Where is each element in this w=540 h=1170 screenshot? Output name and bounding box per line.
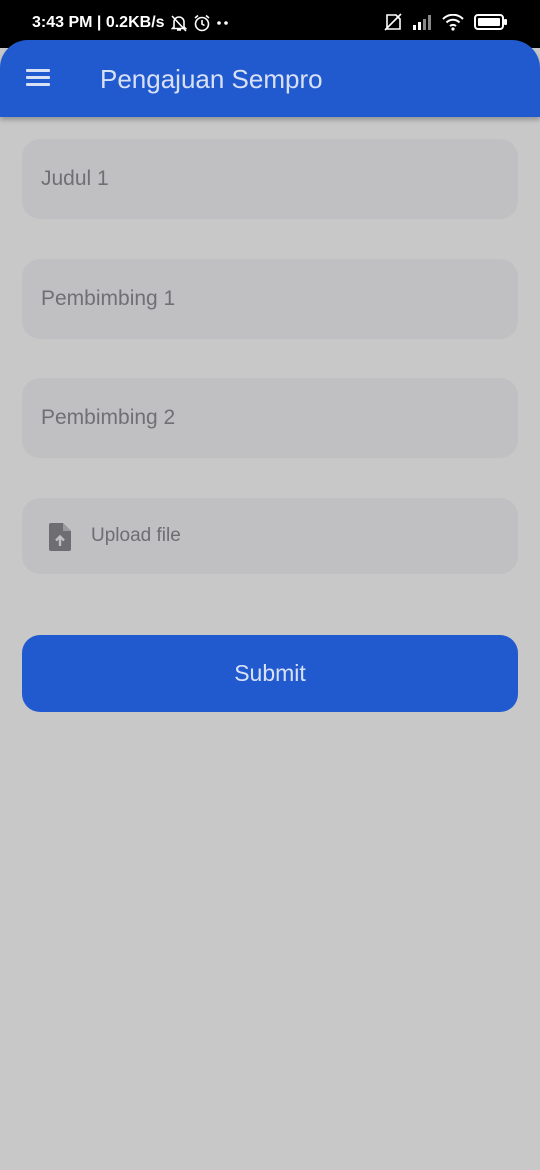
no-sim-icon	[384, 13, 402, 31]
submit-button[interactable]: Submit	[22, 635, 518, 712]
more-dots-icon	[216, 21, 228, 25]
wifi-icon	[442, 13, 464, 31]
status-left: 3:43 PM | 0.2KB/s	[32, 14, 229, 32]
status-time-speed: 3:43 PM | 0.2KB/s	[32, 14, 165, 31]
hamburger-menu-icon[interactable]	[22, 62, 54, 94]
judul-input[interactable]	[39, 166, 518, 192]
signal-icon	[413, 15, 431, 30]
pembimbing-2-field[interactable]	[22, 378, 518, 458]
alarm-icon	[194, 14, 210, 32]
pembimbing-2-input[interactable]	[39, 405, 518, 431]
status-right	[384, 13, 508, 31]
page-title: Pengajuan Sempro	[100, 64, 323, 94]
battery-icon	[474, 14, 507, 30]
file-upload-icon	[49, 523, 71, 551]
pembimbing-1-field[interactable]	[22, 259, 518, 339]
upload-file-label: Upload file	[91, 525, 181, 546]
upload-file-button[interactable]: Upload file	[22, 498, 518, 574]
app-bar: Pengajuan Sempro	[0, 40, 540, 117]
bell-off-icon	[170, 15, 187, 32]
pembimbing-1-input[interactable]	[39, 286, 518, 312]
judul-field[interactable]	[22, 139, 518, 219]
